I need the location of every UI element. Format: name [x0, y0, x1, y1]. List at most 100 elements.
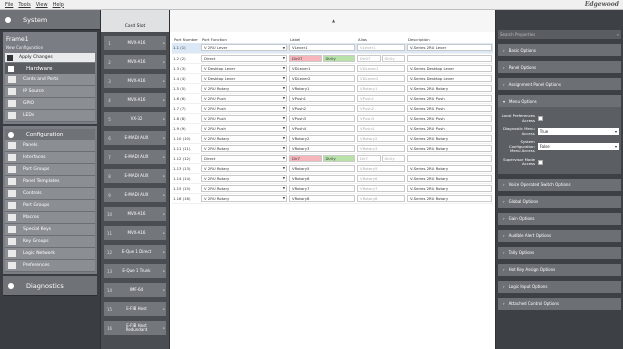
table-row[interactable]: 1.12 (12) Direct ▼ Dir7 Dir0y Dir7 Dir0y — [172, 153, 493, 164]
description-input[interactable]: V-Series 2RU Rotary — [407, 164, 492, 172]
alias-input[interactable]: VPush4 — [357, 124, 405, 132]
alias-input[interactable]: VRotary7 — [357, 184, 405, 192]
description-input[interactable]: V-Series Desktop Lever — [407, 74, 492, 82]
property-section-header[interactable]: › Global Options — [498, 195, 621, 208]
property-section-header[interactable]: › Attached Control Options — [498, 297, 621, 310]
alias-input[interactable]: VPush3 — [357, 114, 405, 122]
nav-configuration[interactable]: Configuration — [5, 129, 95, 140]
label-input[interactable]: VPush2 — [289, 104, 355, 112]
menu-options-header[interactable]: ▾ Menu Options — [498, 95, 621, 107]
menu-option-checkbox[interactable] — [538, 159, 543, 165]
label-input[interactable]: VPush3 — [289, 114, 355, 122]
search-properties-input[interactable]: Search Properties ⌕ — [498, 30, 621, 39]
label-input[interactable]: VRotary2 — [289, 134, 355, 142]
label-input-secondary[interactable]: Dir0y — [322, 54, 355, 62]
col-description[interactable]: Description — [406, 35, 493, 43]
label-input[interactable]: VRotary1 — [289, 84, 355, 92]
label-input[interactable]: VRotary7 — [289, 184, 355, 192]
card-slot[interactable]: 1 MVX-A16 ▸ — [104, 36, 166, 50]
alias-input-secondary[interactable]: Dir0y — [381, 154, 405, 162]
description-input[interactable]: V-Series 2RU Rotary — [407, 174, 492, 182]
nav-item-leds[interactable]: LEDs — [5, 110, 95, 122]
description-input[interactable] — [407, 54, 492, 62]
port-function-select[interactable]: V 2RU Rotary ▼ — [201, 84, 287, 92]
port-function-select[interactable]: Direct ▼ — [201, 154, 287, 162]
alias-input[interactable]: VRotary6 — [357, 174, 405, 182]
description-input[interactable]: V-Series 2RU Rotary — [407, 144, 492, 152]
description-input[interactable]: V-Series Desktop Lever — [407, 64, 492, 72]
port-function-select[interactable]: V 2RU Push ▼ — [201, 104, 287, 112]
port-function-select[interactable]: V 2RU Push ▼ — [201, 114, 287, 122]
port-function-select[interactable]: V 2RU Push ▼ — [201, 124, 287, 132]
description-input[interactable]: V-Series 2RU Rotary — [407, 134, 492, 142]
alias-input[interactable]: VRotary1 — [357, 84, 405, 92]
card-slot[interactable]: 15 E-FIB Host ▸ — [104, 302, 166, 316]
nav-item-key-groups[interactable]: Key Groups — [5, 236, 95, 248]
label-input[interactable]: VDLever1 — [289, 64, 355, 72]
nav-item-macros[interactable]: Macros — [5, 212, 95, 224]
nav-item-preferences[interactable]: Preferences — [5, 260, 95, 272]
nav-item-port-groups[interactable]: Port Groups — [5, 164, 95, 176]
card-slot[interactable]: 12 E-Que 1 Direct ▸ — [104, 245, 166, 259]
port-function-select[interactable]: V Desktop Lever ▼ — [201, 64, 287, 72]
card-slot[interactable]: 4 MVX-A16 ▸ — [104, 93, 166, 107]
apply-changes-button[interactable]: Apply Changes — [5, 53, 95, 62]
table-row[interactable]: 1.6 (6) V 2RU Push ▼ VPush1 VPush1 V-Series 2… — [172, 93, 493, 104]
table-row[interactable]: 1.7 (7) V 2RU Push ▼ VPush2 VPush2 V-Series 2… — [172, 103, 493, 114]
alias-input[interactable]: VRotary5 — [357, 164, 405, 172]
table-row[interactable]: 1.2 (2) Direct ▼ Dir07 Dir0y Dir07 Dir0y — [172, 53, 493, 64]
description-input[interactable]: V-Series 2RU Rotary — [407, 184, 492, 192]
nav-item-special-keys[interactable]: Special Keys — [5, 224, 95, 236]
description-input[interactable]: V-Series 2RU Push — [407, 114, 492, 122]
label-input[interactable]: VRotary8 — [289, 194, 355, 202]
description-input[interactable]: V-Series 2RU Lever — [407, 44, 492, 52]
alias-input[interactable]: VDLever2 — [357, 74, 405, 82]
port-function-select[interactable]: V 2RU Rotary ▼ — [201, 184, 287, 192]
nav-item-panel-templates[interactable]: Panel Templates — [5, 176, 95, 188]
label-input[interactable]: VLever1 — [289, 44, 355, 52]
nav-diagnostics[interactable]: Diagnostics — [3, 276, 97, 296]
menu-option-checkbox[interactable] — [538, 116, 543, 121]
nav-item-panels[interactable]: Panels — [5, 140, 95, 152]
col-alias[interactable]: Alias — [356, 35, 406, 43]
label-input[interactable]: VPush4 — [289, 124, 355, 132]
card-slot[interactable]: 16 E-FIB Host Redundant ▸ — [104, 321, 166, 335]
label-input[interactable]: VRotary3 — [289, 144, 355, 152]
port-function-select[interactable]: V 2RU Rotary ▼ — [201, 164, 287, 172]
collapse-caret-icon[interactable]: ▲ — [332, 18, 335, 23]
table-row[interactable]: 1.1 (1) V 2RU Lever ▼ VLever1 VLever1 V-Serie… — [172, 43, 493, 54]
property-section-header[interactable]: › Basic Options — [498, 44, 621, 56]
description-input[interactable]: V-Series 2RU Push — [407, 94, 492, 102]
menu-option-select[interactable]: True ▾ — [537, 128, 619, 135]
card-slot[interactable]: 7 E-MADI AUX ▸ — [104, 150, 166, 164]
alias-input[interactable]: VLever1 — [357, 44, 405, 52]
card-slot[interactable]: 11 MVX-A16 ▸ — [104, 226, 166, 240]
col-label[interactable]: Label — [288, 35, 356, 43]
property-section-header[interactable]: › Tally Options — [498, 246, 621, 259]
alias-input[interactable]: VRotary2 — [357, 134, 405, 142]
nav-item-gpio[interactable]: GPIO — [5, 98, 95, 110]
table-row[interactable]: 1.4 (4) V Desktop Lever ▼ VDLever2 VDLever2 V… — [172, 73, 493, 84]
nav-item-port-groups-2[interactable]: Port Groups — [5, 200, 95, 212]
col-port-function[interactable]: Port Function — [200, 35, 288, 43]
card-slot[interactable]: 3 MVX-A16 ▸ — [104, 74, 166, 88]
property-section-header[interactable]: › Audible Alert Options — [498, 229, 621, 242]
nav-hardware[interactable]: Hardware — [5, 63, 95, 74]
nav-item-logic-network[interactable]: Logic Network — [5, 248, 95, 260]
alias-input[interactable]: VRotary8 — [357, 194, 405, 202]
card-slot[interactable]: 8 E-MADI AUX ▸ — [104, 169, 166, 183]
card-slot[interactable]: 10 MVX-A16 ▸ — [104, 207, 166, 221]
port-function-select[interactable]: V 2RU Lever ▼ — [201, 44, 287, 52]
port-function-select[interactable]: V 2RU Rotary ▼ — [201, 144, 287, 152]
table-row[interactable]: 1.16 (16) V 2RU Rotary ▼ VRotary8 VRotary8 V-… — [172, 193, 493, 204]
nav-item-controls[interactable]: Controls — [5, 188, 95, 200]
property-section-header[interactable]: › Panel Options — [498, 61, 621, 73]
card-slot[interactable]: 9 E-MADI AUX ▸ — [104, 188, 166, 202]
nav-item-ip-source[interactable]: IP Source — [5, 86, 95, 98]
card-slot[interactable]: 2 MVX-A16 ▸ — [104, 55, 166, 69]
alias-input[interactable]: Dir07 — [357, 54, 381, 62]
label-input[interactable]: Dir07 — [289, 54, 322, 62]
description-input[interactable]: V-Series 2RU Push — [407, 124, 492, 132]
table-row[interactable]: 1.14 (14) V 2RU Rotary ▼ VRotary6 VRotary6 V-… — [172, 173, 493, 184]
card-slot[interactable]: 5 VX-32 ▸ — [104, 112, 166, 126]
